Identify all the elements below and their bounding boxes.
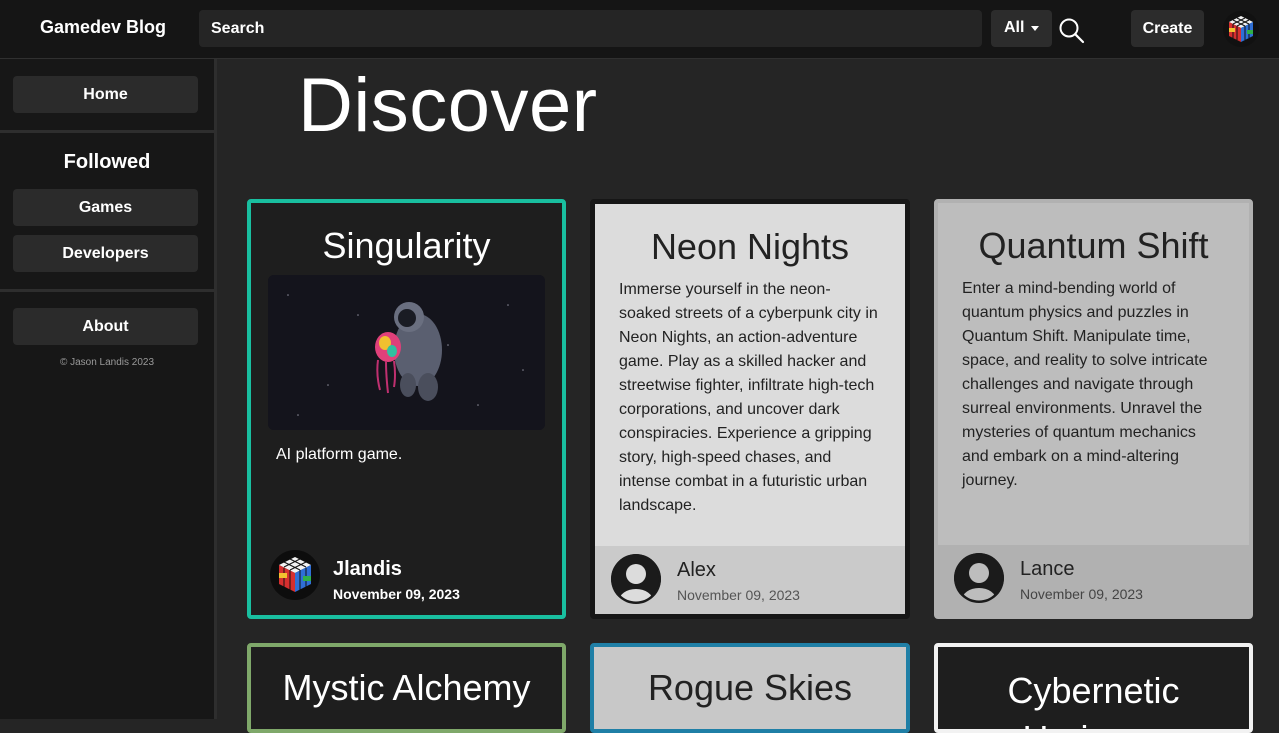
- author-name[interactable]: Alex: [677, 559, 716, 582]
- card-author-footer: Alex November 09, 2023: [595, 546, 905, 614]
- sidebar: Home Followed Games Developers About © J…: [0, 59, 217, 719]
- search-icon[interactable]: [1058, 17, 1086, 45]
- card-description: AI platform game.: [276, 446, 403, 463]
- card-cover-image: [268, 275, 545, 430]
- sidebar-item-home[interactable]: Home: [13, 76, 198, 113]
- card-description: Enter a mind-bending world of quantum ph…: [962, 280, 1208, 489]
- game-card-mystic-alchemy[interactable]: Mystic Alchemy: [247, 643, 566, 733]
- post-date: November 09, 2023: [1020, 586, 1143, 602]
- sidebar-item-about[interactable]: About: [13, 308, 198, 345]
- filter-dropdown[interactable]: All: [991, 10, 1052, 47]
- create-button[interactable]: Create: [1131, 10, 1204, 47]
- card-title: Rogue Skies: [647, 667, 853, 708]
- card-title: Quantum Shift: [978, 225, 1209, 266]
- author-name[interactable]: Jlandis: [333, 558, 402, 581]
- sidebar-item-developers[interactable]: Developers: [13, 235, 198, 272]
- profile-avatar[interactable]: [1223, 11, 1259, 47]
- top-navbar: Gamedev Blog All Create: [0, 0, 1279, 59]
- sidebar-divider: [0, 130, 214, 133]
- card-author-footer: Jlandis November 09, 2023: [251, 545, 562, 615]
- rubiks-cube-icon: [1229, 16, 1253, 42]
- page-title: Discover: [298, 63, 598, 148]
- author-name[interactable]: Lance: [1020, 558, 1075, 581]
- sidebar-item-games[interactable]: Games: [13, 189, 198, 226]
- followed-heading: Followed: [63, 151, 151, 173]
- game-card-rogue-skies[interactable]: Rogue Skies: [590, 643, 910, 733]
- sidebar-divider: [0, 289, 214, 292]
- game-card-singularity[interactable]: Singularity AI platform game. Jlandis No…: [247, 199, 566, 619]
- filter-selected-label: All: [1004, 19, 1025, 36]
- post-date: November 09, 2023: [677, 587, 800, 603]
- card-title: Singularity: [322, 225, 491, 266]
- search-input[interactable]: [199, 10, 982, 47]
- rubiks-cube-icon: [279, 557, 311, 592]
- copyright-text: © Jason Landis 2023: [59, 357, 155, 368]
- card-author-footer: Lance November 09, 2023: [938, 545, 1249, 615]
- default-user-avatar[interactable]: [954, 553, 1004, 603]
- card-description: Immerse yourself in the neon-soaked stre…: [619, 281, 878, 514]
- caret-down-icon: [1031, 26, 1039, 31]
- card-title: Cybernetic Horizons: [1007, 670, 1180, 729]
- brand-link[interactable]: Gamedev Blog: [40, 17, 166, 38]
- card-title: Mystic Alchemy: [282, 667, 531, 708]
- game-card-cybernetic-horizons[interactable]: Cybernetic Horizons: [934, 643, 1253, 733]
- author-avatar[interactable]: [270, 550, 320, 600]
- card-title: Neon Nights: [650, 226, 850, 267]
- post-date: November 09, 2023: [333, 586, 460, 602]
- game-card-quantum-shift[interactable]: Quantum Shift Enter a mind-bending world…: [934, 199, 1253, 619]
- default-user-avatar[interactable]: [611, 554, 661, 604]
- game-card-neon-nights[interactable]: Neon Nights Immerse yourself in the neon…: [590, 199, 910, 619]
